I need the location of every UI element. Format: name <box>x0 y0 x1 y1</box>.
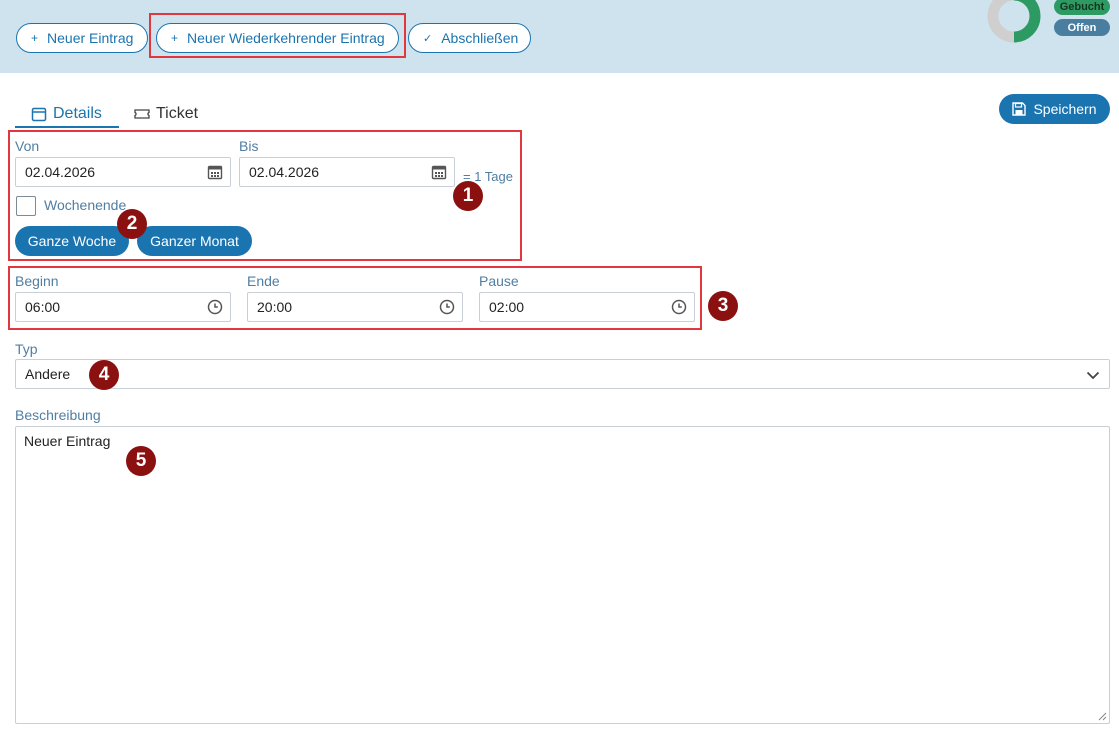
annotation-badge-3: 3 <box>708 291 738 321</box>
whole-week-button[interactable]: Ganze Woche <box>15 226 129 256</box>
pause-time-value: 02:00 <box>489 299 525 315</box>
weekend-checkbox[interactable] <box>16 196 36 216</box>
annotation-number: 4 <box>98 364 110 385</box>
end-label: Ende <box>247 273 280 289</box>
description-value: Neuer Eintrag <box>24 433 111 449</box>
clock-icon[interactable] <box>207 299 223 315</box>
to-date-input[interactable]: 02.04.2026 <box>239 157 455 187</box>
calendar-picker-icon[interactable] <box>207 164 223 180</box>
chevron-down-icon <box>1085 367 1101 383</box>
status-badge-open: Offen <box>1054 19 1110 36</box>
status-donut-chart <box>987 0 1041 43</box>
whole-week-label: Ganze Woche <box>27 233 117 249</box>
annotation-number: 5 <box>135 450 147 471</box>
tab-details-label: Details <box>53 105 102 122</box>
start-label: Beginn <box>15 273 59 289</box>
annotation-badge-2: 2 <box>117 209 147 239</box>
from-date-value: 02.04.2026 <box>25 164 96 180</box>
save-button[interactable]: Speichern <box>999 94 1110 124</box>
annotation-number: 3 <box>717 295 729 316</box>
to-label: Bis <box>239 138 259 154</box>
new-entry-button[interactable]: + Neuer Eintrag <box>16 23 148 53</box>
ticket-icon <box>134 107 150 121</box>
save-label: Speichern <box>1033 101 1097 117</box>
annotation-badge-5: 5 <box>126 446 156 476</box>
active-tab-indicator <box>15 126 119 128</box>
tab-details[interactable]: Details <box>31 99 102 129</box>
whole-month-button[interactable]: Ganzer Monat <box>137 226 252 256</box>
clock-icon[interactable] <box>439 299 455 315</box>
new-entry-label: Neuer Eintrag <box>47 30 134 46</box>
pause-time-input[interactable]: 02:00 <box>479 292 695 322</box>
finish-label: Abschließen <box>441 30 519 46</box>
annotation-badge-4: 4 <box>89 360 119 390</box>
status-badge-booked: Gebucht <box>1054 0 1110 15</box>
description-label: Beschreibung <box>15 407 101 423</box>
type-label: Typ <box>15 341 38 357</box>
from-label: Von <box>15 138 40 154</box>
highlight-box-recurring <box>149 13 406 58</box>
plus-icon: + <box>31 31 39 45</box>
whole-month-label: Ganzer Monat <box>150 233 239 249</box>
annotation-badge-1: 1 <box>453 181 483 211</box>
from-date-input[interactable]: 02.04.2026 <box>15 157 231 187</box>
status-open-label: Offen <box>1067 21 1097 34</box>
calendar-picker-icon[interactable] <box>431 164 447 180</box>
calendar-icon <box>31 106 47 122</box>
status-booked-label: Gebucht <box>1059 0 1105 13</box>
pause-label: Pause <box>479 273 519 289</box>
description-textarea[interactable]: Neuer Eintrag <box>15 426 1110 724</box>
tab-ticket-label: Ticket <box>156 105 199 122</box>
type-select[interactable]: Andere <box>15 359 1110 389</box>
start-time-input[interactable]: 06:00 <box>15 292 231 322</box>
clock-icon[interactable] <box>671 299 687 315</box>
annotation-number: 2 <box>126 213 138 234</box>
end-time-value: 20:00 <box>257 299 293 315</box>
weekend-label: Wochenende <box>44 197 127 213</box>
floppy-disk-icon <box>1012 102 1027 116</box>
tab-ticket[interactable]: Ticket <box>134 99 198 129</box>
annotation-number: 1 <box>462 185 474 206</box>
type-value: Andere <box>25 366 71 382</box>
finish-button[interactable]: ✓ Abschließen <box>408 23 531 53</box>
start-time-value: 06:00 <box>25 299 61 315</box>
to-date-value: 02.04.2026 <box>249 164 320 180</box>
checkmark-icon: ✓ <box>423 32 433 45</box>
resize-handle-icon[interactable] <box>1097 711 1107 721</box>
end-time-input[interactable]: 20:00 <box>247 292 463 322</box>
